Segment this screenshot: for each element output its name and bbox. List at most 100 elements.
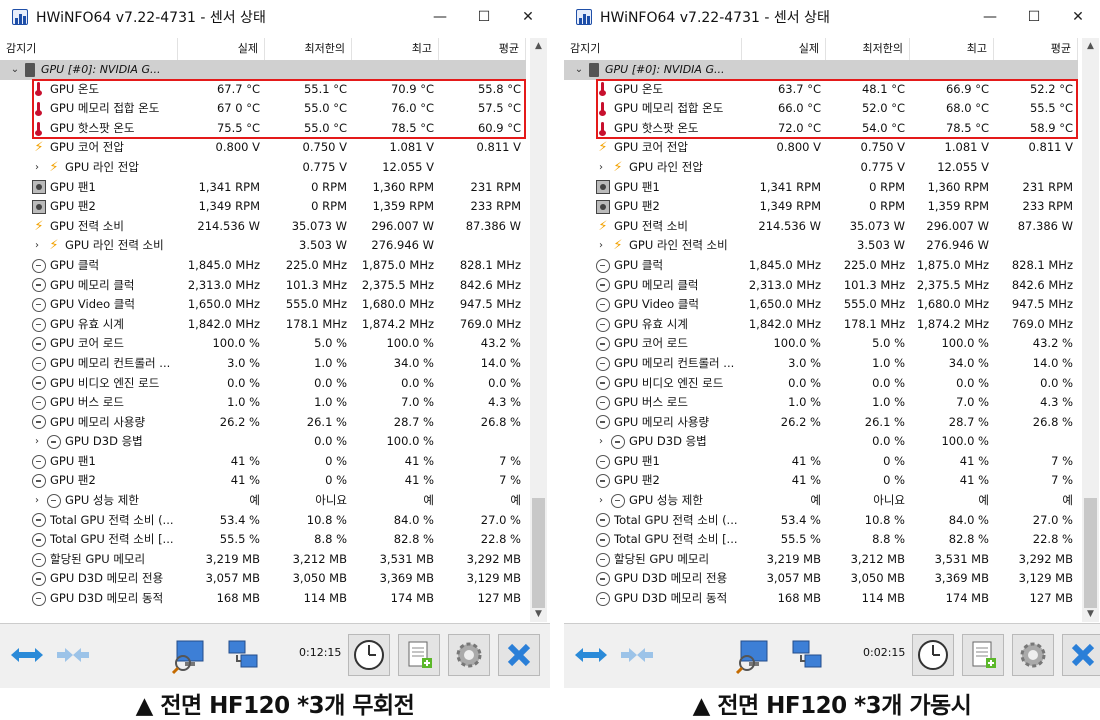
sensor-row[interactable]: GPU 비디오 엔진 로드 0.0 % 0.0 % 0.0 % 0.0 % <box>0 374 526 394</box>
settings-gear-icon[interactable] <box>448 634 490 676</box>
clock-icon[interactable] <box>348 634 390 676</box>
sensor-row[interactable]: Total GPU 전력 소비 [... 55.5 % 8.8 % 82.8 % 22.… <box>0 530 526 550</box>
chevron-right-icon[interactable]: › <box>30 236 44 256</box>
scroll-down-arrow-icon[interactable]: ▼ <box>1082 606 1099 622</box>
sensor-row[interactable]: GPU 버스 로드 1.0 % 1.0 % 7.0 % 4.3 % <box>0 393 526 413</box>
sensor-row[interactable]: Total GPU 전력 소비 (... 53.4 % 10.8 % 84.0 % 27… <box>0 511 526 531</box>
sensor-row[interactable]: GPU 유효 시계 1,842.0 MHz 178.1 MHz 1,874.2 MHz… <box>564 315 1078 335</box>
add-report-icon[interactable] <box>962 634 1004 676</box>
maximize-button[interactable]: ☐ <box>1012 0 1056 34</box>
sensor-row[interactable]: GPU D3D 메모리 전용 3,057 MB 3,050 MB 3,369 MB 3,… <box>0 569 526 589</box>
expand-arrows-icon[interactable] <box>52 634 94 676</box>
sensor-row[interactable]: GPU 팬2 41 % 0 % 41 % 7 % <box>564 471 1078 491</box>
sensor-row[interactable]: GPU 팬1 1,341 RPM 0 RPM 1,360 RPM 231 RPM <box>564 178 1078 198</box>
sensor-row[interactable]: ⚡ GPU 전력 소비 214.536 W 35.073 W 296.007 W 87.3… <box>0 217 526 237</box>
sensor-row[interactable]: › GPU 성능 제한 예 아니요 예 예 <box>564 491 1078 511</box>
chevron-right-icon[interactable]: › <box>594 158 608 178</box>
sensor-row[interactable]: GPU 버스 로드 1.0 % 1.0 % 7.0 % 4.3 % <box>564 393 1078 413</box>
sensor-row[interactable]: GPU D3D 메모리 전용 3,057 MB 3,050 MB 3,369 MB 3,… <box>564 569 1078 589</box>
sensor-row[interactable]: GPU 클럭 1,845.0 MHz 225.0 MHz 1,875.0 MHz 828… <box>0 256 526 276</box>
sensor-row[interactable]: GPU 메모리 사용량 26.2 % 26.1 % 28.7 % 26.8 % <box>0 413 526 433</box>
sensor-row[interactable]: GPU 클럭 1,845.0 MHz 225.0 MHz 1,875.0 MHz 828… <box>564 256 1078 276</box>
sensor-row[interactable]: ⚡ GPU 코어 전압 0.800 V 0.750 V 1.081 V 0.811 V <box>0 138 526 158</box>
chevron-right-icon[interactable]: › <box>30 491 44 511</box>
sensor-row[interactable]: GPU D3D 메모리 동적 168 MB 114 MB 174 MB 127 MB <box>564 589 1078 609</box>
sensor-row[interactable]: GPU 메모리 컨트롤러 ... 3.0 % 1.0 % 34.0 % 14.0 % <box>0 354 526 374</box>
column-header-4[interactable]: 평균 <box>994 38 1078 60</box>
sensor-row[interactable]: ⚡ GPU 코어 전압 0.800 V 0.750 V 1.081 V 0.811 V <box>564 138 1078 158</box>
chevron-right-icon[interactable]: › <box>594 491 608 511</box>
sensor-row[interactable]: Total GPU 전력 소비 [... 55.5 % 8.8 % 82.8 % 22.… <box>564 530 1078 550</box>
column-header-2[interactable]: 최저한의 <box>265 38 352 60</box>
sensor-row[interactable]: › GPU D3D 응볍 0.0 % 100.0 % <box>564 432 1078 452</box>
close-x-icon[interactable] <box>1062 634 1100 676</box>
network-computers-icon[interactable] <box>222 634 264 676</box>
sensor-row[interactable]: GPU 비디오 엔진 로드 0.0 % 0.0 % 0.0 % 0.0 % <box>564 374 1078 394</box>
sensor-row[interactable]: GPU 코어 로드 100.0 % 5.0 % 100.0 % 43.2 % <box>564 334 1078 354</box>
chevron-down-icon[interactable]: ⌄ <box>572 60 586 80</box>
sensor-row[interactable]: GPU 유효 시계 1,842.0 MHz 178.1 MHz 1,874.2 MHz… <box>0 315 526 335</box>
expand-arrows-icon[interactable] <box>616 634 658 676</box>
chevron-right-icon[interactable]: › <box>30 158 44 178</box>
sensor-row[interactable]: GPU 메모리 사용량 26.2 % 26.1 % 28.7 % 26.8 % <box>564 413 1078 433</box>
vertical-scrollbar[interactable]: ▲ ▼ <box>530 38 547 622</box>
sensor-row[interactable]: › ⚡ GPU 라인 전력 소비 3.503 W 276.946 W <box>0 236 526 256</box>
sensor-row[interactable]: GPU 메모리 클럭 2,313.0 MHz 101.3 MHz 2,375.5 MH… <box>564 276 1078 296</box>
sensor-row[interactable]: › GPU D3D 응볍 0.0 % 100.0 % <box>0 432 526 452</box>
collapse-arrows-icon[interactable] <box>6 634 48 676</box>
sensor-row[interactable]: GPU 팬1 1,341 RPM 0 RPM 1,360 RPM 231 RPM <box>0 178 526 198</box>
sensor-group-row[interactable]: ⌄ GPU [#0]: NVIDIA G... <box>0 60 526 80</box>
network-computers-icon[interactable] <box>786 634 828 676</box>
sensor-row[interactable]: › ⚡ GPU 라인 전압 0.775 V 12.055 V <box>564 158 1078 178</box>
settings-gear-icon[interactable] <box>1012 634 1054 676</box>
scroll-thumb[interactable] <box>1084 498 1097 608</box>
scroll-up-arrow-icon[interactable]: ▲ <box>530 38 547 54</box>
sensor-row[interactable]: GPU Video 클럭 1,650.0 MHz 555.0 MHz 1,680.0 … <box>564 295 1078 315</box>
scroll-thumb[interactable] <box>532 498 545 608</box>
column-header-1[interactable]: 실제 <box>742 38 826 60</box>
column-header-1[interactable]: 실제 <box>178 38 265 60</box>
column-header-3[interactable]: 최고 <box>352 38 439 60</box>
chevron-right-icon[interactable]: › <box>30 432 44 452</box>
sensor-row[interactable]: GPU D3D 메모리 동적 168 MB 114 MB 174 MB 127 MB <box>0 589 526 609</box>
sensor-row[interactable]: › GPU 성능 제한 예 아니요 예 예 <box>0 491 526 511</box>
sensor-row[interactable]: Total GPU 전력 소비 (... 53.4 % 10.8 % 84.0 % 27… <box>564 511 1078 531</box>
column-header-0[interactable]: 감지기 <box>564 38 742 60</box>
title-bar[interactable]: HWiNFO64 v7.22-4731 - 센서 상태 — ☐ ✕ <box>564 0 1100 34</box>
monitor-search-icon[interactable] <box>168 634 210 676</box>
column-header-3[interactable]: 최고 <box>910 38 994 60</box>
sensor-row[interactable]: GPU Video 클럭 1,650.0 MHz 555.0 MHz 1,680.0 … <box>0 295 526 315</box>
close-button[interactable]: ✕ <box>1056 0 1100 34</box>
chevron-right-icon[interactable]: › <box>594 236 608 256</box>
close-x-icon[interactable] <box>498 634 540 676</box>
sensor-row[interactable]: GPU 팬2 1,349 RPM 0 RPM 1,359 RPM 233 RPM <box>0 197 526 217</box>
scroll-down-arrow-icon[interactable]: ▼ <box>530 606 547 622</box>
sensor-row[interactable]: GPU 팬1 41 % 0 % 41 % 7 % <box>564 452 1078 472</box>
add-report-icon[interactable] <box>398 634 440 676</box>
sensor-row[interactable]: GPU 팬2 41 % 0 % 41 % 7 % <box>0 471 526 491</box>
column-header-2[interactable]: 최저한의 <box>826 38 910 60</box>
sensor-row[interactable]: GPU 메모리 클럭 2,313.0 MHz 101.3 MHz 2,375.5 MH… <box>0 276 526 296</box>
collapse-arrows-icon[interactable] <box>570 634 612 676</box>
sensor-row[interactable]: GPU 코어 로드 100.0 % 5.0 % 100.0 % 43.2 % <box>0 334 526 354</box>
vertical-scrollbar[interactable]: ▲ ▼ <box>1082 38 1099 622</box>
sensor-row[interactable]: › ⚡ GPU 라인 전력 소비 3.503 W 276.946 W <box>564 236 1078 256</box>
column-header-0[interactable]: 감지기 <box>0 38 178 60</box>
minimize-button[interactable]: — <box>968 0 1012 34</box>
clock-icon[interactable] <box>912 634 954 676</box>
minimize-button[interactable]: — <box>418 0 462 34</box>
chevron-right-icon[interactable]: › <box>594 432 608 452</box>
sensor-row[interactable]: GPU 팬1 41 % 0 % 41 % 7 % <box>0 452 526 472</box>
sensor-row[interactable]: ⚡ GPU 전력 소비 214.536 W 35.073 W 296.007 W 87.3… <box>564 217 1078 237</box>
monitor-search-icon[interactable] <box>732 634 774 676</box>
close-button[interactable]: ✕ <box>506 0 550 34</box>
column-header-4[interactable]: 평균 <box>439 38 526 60</box>
sensor-row[interactable]: 할당된 GPU 메모리 3,219 MB 3,212 MB 3,531 MB 3,292… <box>0 550 526 570</box>
title-bar[interactable]: HWiNFO64 v7.22-4731 - 센서 상태 — ☐ ✕ <box>0 0 550 34</box>
scroll-up-arrow-icon[interactable]: ▲ <box>1082 38 1099 54</box>
sensor-row[interactable]: GPU 팬2 1,349 RPM 0 RPM 1,359 RPM 233 RPM <box>564 197 1078 217</box>
sensor-group-row[interactable]: ⌄ GPU [#0]: NVIDIA G... <box>564 60 1078 80</box>
sensor-row[interactable]: › ⚡ GPU 라인 전압 0.775 V 12.055 V <box>0 158 526 178</box>
sensor-row[interactable]: GPU 메모리 컨트롤러 ... 3.0 % 1.0 % 34.0 % 14.0 % <box>564 354 1078 374</box>
chevron-down-icon[interactable]: ⌄ <box>8 60 22 80</box>
